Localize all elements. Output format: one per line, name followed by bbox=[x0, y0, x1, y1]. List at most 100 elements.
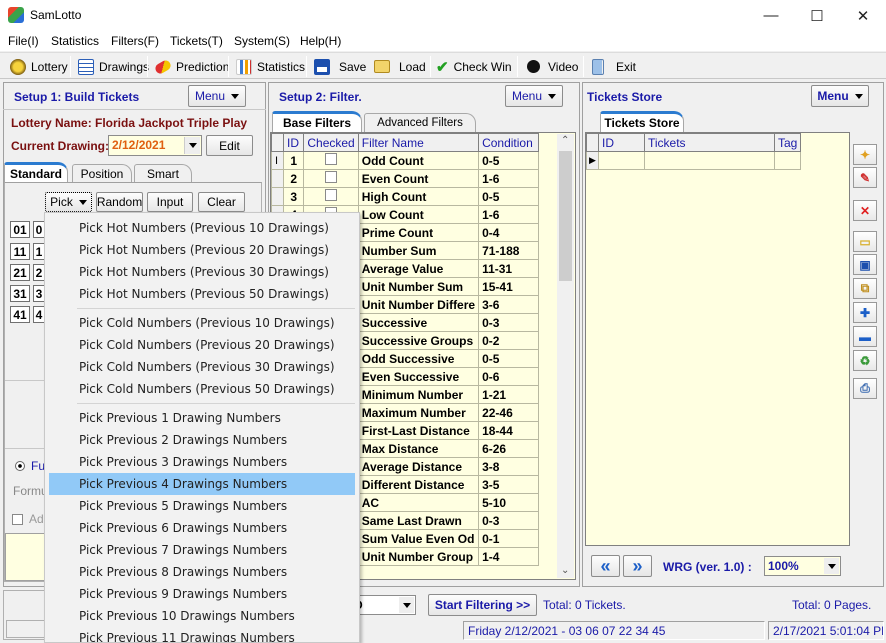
dropdown-arrow-icon[interactable] bbox=[824, 558, 839, 574]
open-folder-button[interactable]: ▭ bbox=[853, 231, 877, 252]
save-button[interactable]: Save bbox=[314, 57, 366, 76]
col-id[interactable]: ID bbox=[282, 133, 305, 152]
check-win-button[interactable]: ✔ Check Win bbox=[436, 57, 512, 76]
row-header[interactable] bbox=[271, 187, 284, 206]
edit-button[interactable]: Edit bbox=[206, 135, 253, 156]
pick-menu-item[interactable]: Pick Cold Numbers (Previous 20 Drawings) bbox=[49, 334, 355, 356]
pick-menu-item[interactable]: Pick Previous 3 Drawings Numbers bbox=[49, 451, 355, 473]
pick-menu-item[interactable]: Pick Previous 8 Drawings Numbers bbox=[49, 561, 355, 583]
filter-condition[interactable]: 18-44 bbox=[478, 421, 540, 440]
filter-checkbox[interactable] bbox=[325, 189, 338, 201]
filter-condition[interactable]: 1-4 bbox=[478, 547, 540, 566]
filter-condition[interactable]: 5-10 bbox=[478, 493, 540, 512]
number-button[interactable]: 31 bbox=[10, 285, 30, 302]
tab-smart[interactable]: Smart bbox=[134, 164, 192, 183]
filter-condition[interactable]: 11-31 bbox=[478, 259, 540, 278]
plus-button[interactable]: ✚ bbox=[853, 302, 877, 323]
filter-condition[interactable]: 6-26 bbox=[478, 439, 540, 458]
number-button[interactable]: 41 bbox=[10, 306, 30, 323]
filter-condition[interactable]: 0-2 bbox=[478, 331, 540, 350]
clear-button[interactable]: Clear bbox=[198, 192, 245, 212]
minus-button[interactable]: ▬ bbox=[853, 326, 877, 347]
prediction-button[interactable]: Prediction bbox=[153, 57, 229, 76]
scroll-down-icon[interactable]: ⌄ bbox=[561, 565, 569, 576]
filter-condition[interactable]: 0-3 bbox=[478, 511, 540, 530]
number-button[interactable]: 21 bbox=[10, 264, 30, 281]
filter-condition[interactable]: 0-5 bbox=[478, 187, 540, 206]
table-row[interactable]: 2 Even Count 1-6 bbox=[271, 169, 540, 188]
col-tickets[interactable]: Tickets bbox=[644, 133, 775, 152]
filter-condition[interactable]: 0-6 bbox=[478, 367, 540, 386]
menu-tickets[interactable]: Tickets(T) bbox=[170, 34, 223, 48]
pick-menu-item[interactable]: Pick Previous 7 Drawings Numbers bbox=[49, 539, 355, 561]
number-button[interactable]: 01 bbox=[10, 221, 30, 238]
col-tag[interactable]: Tag bbox=[773, 133, 802, 152]
lottery-button[interactable]: Lottery bbox=[10, 57, 68, 76]
filter-condition[interactable]: 1-6 bbox=[478, 205, 540, 224]
recycle-button[interactable]: ♻ bbox=[853, 350, 877, 371]
filter-condition[interactable]: 1-6 bbox=[478, 169, 540, 188]
pick-menu-item[interactable]: Pick Previous 2 Drawings Numbers bbox=[49, 429, 355, 451]
setup1-menu-button[interactable]: Menu bbox=[188, 85, 246, 107]
filter-condition[interactable]: 0-3 bbox=[478, 313, 540, 332]
random-button[interactable]: Random bbox=[96, 192, 143, 212]
store-menu-button[interactable]: Menu bbox=[811, 85, 869, 107]
clean-button[interactable]: ✎ bbox=[853, 167, 877, 188]
pick-menu-item[interactable]: Pick Hot Numbers (Previous 30 Drawings) bbox=[49, 261, 355, 283]
pick-menu-item[interactable]: Pick Hot Numbers (Previous 50 Drawings) bbox=[49, 283, 355, 305]
start-filtering-button[interactable]: Start Filtering >> bbox=[428, 594, 537, 616]
filter-condition[interactable]: 3-6 bbox=[478, 295, 540, 314]
formula-radio[interactable] bbox=[15, 461, 25, 471]
previous-page-button[interactable]: « bbox=[591, 555, 620, 577]
menu-file[interactable]: File(I) bbox=[8, 34, 39, 48]
zoom-select[interactable]: 100% bbox=[764, 556, 841, 576]
pick-button[interactable]: Pick bbox=[45, 192, 92, 212]
scroll-up-icon[interactable]: ⌃ bbox=[561, 135, 569, 146]
pick-menu-item[interactable]: Pick Previous 10 Drawings Numbers bbox=[49, 605, 355, 627]
pick-menu-item[interactable]: Pick Previous 1 Drawing Numbers bbox=[49, 407, 355, 429]
filter-checked-cell[interactable] bbox=[303, 151, 359, 170]
pick-menu-item[interactable]: Pick Cold Numbers (Previous 30 Drawings) bbox=[49, 356, 355, 378]
tab-tickets-store[interactable]: Tickets Store bbox=[600, 111, 684, 132]
table-row[interactable]: ▶ bbox=[586, 151, 802, 170]
add-ticket-button[interactable]: ✦ bbox=[853, 144, 877, 165]
input-button[interactable]: Input bbox=[147, 192, 193, 212]
exit-button[interactable]: Exit bbox=[592, 57, 636, 76]
save-button[interactable]: ▣ bbox=[853, 254, 877, 275]
pick-menu-item[interactable]: Pick Previous 4 Drawings Numbers bbox=[49, 473, 355, 495]
statistics-button[interactable]: Statistics bbox=[236, 57, 305, 76]
col-filter-name[interactable]: Filter Name bbox=[357, 133, 480, 152]
pick-menu-item[interactable]: Pick Hot Numbers (Previous 20 Drawings) bbox=[49, 239, 355, 261]
filter-checkbox[interactable] bbox=[325, 171, 338, 183]
pick-menu-item[interactable]: Pick Previous 11 Drawings Numbers bbox=[49, 627, 355, 642]
filter-checked-cell[interactable] bbox=[303, 169, 359, 188]
col-condition[interactable]: Condition bbox=[478, 133, 540, 152]
delete-button[interactable]: ✕ bbox=[853, 200, 877, 221]
filter-condition[interactable]: 22-46 bbox=[478, 403, 540, 422]
pick-menu-item[interactable]: Pick Previous 6 Drawings Numbers bbox=[49, 517, 355, 539]
dropdown-arrow-icon[interactable] bbox=[184, 137, 200, 154]
copy-button[interactable]: ⧉ bbox=[853, 278, 877, 299]
dropdown-arrow-icon[interactable] bbox=[399, 597, 414, 613]
tab-standard[interactable]: Standard bbox=[4, 162, 68, 183]
table-row[interactable]: 3 High Count 0-5 bbox=[271, 187, 540, 206]
col-id[interactable]: ID bbox=[598, 133, 645, 152]
filter-condition[interactable]: 15-41 bbox=[478, 277, 540, 296]
filter-checkbox[interactable] bbox=[325, 153, 338, 165]
filter-condition[interactable]: 3-8 bbox=[478, 457, 540, 476]
minimize-button[interactable]: — bbox=[748, 0, 794, 31]
drawings-button[interactable]: Drawings bbox=[78, 57, 149, 76]
filter-condition[interactable]: 1-21 bbox=[478, 385, 540, 404]
filter-condition[interactable]: 3-5 bbox=[478, 475, 540, 494]
row-header[interactable] bbox=[271, 169, 284, 188]
filter-checked-cell[interactable] bbox=[303, 187, 359, 206]
menu-system[interactable]: System(S) bbox=[234, 34, 290, 48]
filter-condition[interactable]: 0-1 bbox=[478, 529, 540, 548]
maximize-button[interactable]: ☐ bbox=[794, 0, 840, 31]
col-checked[interactable]: Checked bbox=[303, 133, 359, 152]
next-page-button[interactable]: » bbox=[623, 555, 652, 577]
menu-filters[interactable]: Filters(F) bbox=[111, 34, 159, 48]
tab-base-filters[interactable]: Base Filters bbox=[272, 111, 362, 132]
pick-menu-item[interactable]: Pick Cold Numbers (Previous 10 Drawings) bbox=[49, 312, 355, 334]
formula-text-area[interactable] bbox=[5, 533, 45, 581]
